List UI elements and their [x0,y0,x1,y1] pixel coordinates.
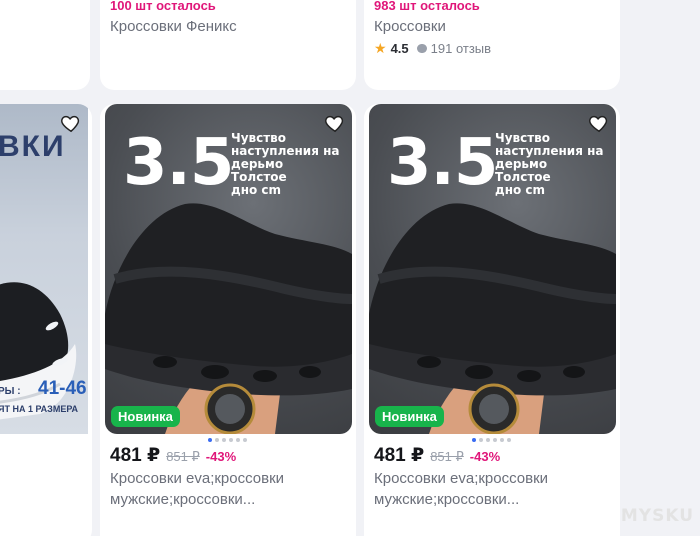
product-description[interactable]: Кроссовки eva;кроссовки мужские;кроссовк… [374,468,548,510]
pagination-dot[interactable] [500,438,504,442]
pagination-dot[interactable] [472,438,476,442]
pagination-dot[interactable] [243,438,247,442]
pagination-dot[interactable] [222,438,226,442]
sneaker-image [105,203,352,434]
product-card-top-middle[interactable]: 100 шт осталось Кроссовки Феникс [100,0,356,90]
reviews-icon [416,44,427,53]
size-prefix: РЫ : [0,386,21,397]
product-image[interactable]: 3.5 Чувство наступления на дерьмо Толсто… [369,104,616,434]
new-badge: Новинка [111,406,180,427]
current-price: 481 ₽ [374,445,425,466]
product-card-1[interactable]: 3.5 Чувство наступления на дерьмо Толсто… [100,104,356,536]
product-name[interactable]: Кроссовки Феникс [110,18,237,35]
star-icon: ★ [374,40,387,56]
price-row: 481 ₽ 851 ₽ -43% [374,444,500,467]
product-image[interactable]: ВКИ РЫ : 41-46 ЯТ НА 1 РАЗМЕРА [0,104,88,434]
product-image[interactable]: 3.5 Чувство наступления на дерьмо Толсто… [105,104,352,434]
discount-label: -43% [469,449,501,464]
old-price: 851 ₽ [166,449,200,464]
favorite-heart-icon[interactable] [588,112,610,134]
pagination-dot[interactable] [229,438,233,442]
pagination-dot[interactable] [507,438,511,442]
favorite-heart-icon[interactable] [60,112,82,134]
watermark: MYSKU [620,506,694,526]
old-price: 851 ₽ [430,449,464,464]
rating-value: 4.5 [390,41,409,56]
new-badge: Новинка [375,406,444,427]
size-note: ЯТ НА 1 РАЗМЕРА [0,404,79,414]
image-pagination-dots[interactable] [208,438,247,442]
size-range: 41-46 [38,378,87,399]
favorite-heart-icon[interactable] [324,112,346,134]
rating-row: ★ 4.5 191 отзыв [374,40,491,57]
sneaker-image [369,203,616,434]
reviews-count: 191 отзыв [430,41,492,56]
product-card-left-partial[interactable]: ВКИ РЫ : 41-46 ЯТ НА 1 РАЗМЕРА [0,104,92,536]
product-description[interactable]: Кроссовки eva;кроссовки мужские;кроссовк… [110,468,284,510]
pagination-dot[interactable] [236,438,240,442]
product-card-top-right[interactable]: 983 шт осталось Кроссовки ★ 4.5 191 отзы… [364,0,620,90]
product-name[interactable]: Кроссовки [374,18,446,35]
current-price: 481 ₽ [110,445,161,466]
product-card-2[interactable]: 3.5 Чувство наступления на дерьмо Толсто… [364,104,620,536]
pagination-dot[interactable] [493,438,497,442]
pagination-dot[interactable] [215,438,219,442]
price-row: 481 ₽ 851 ₽ -43% [110,444,236,467]
pagination-dot[interactable] [486,438,490,442]
pagination-dot[interactable] [479,438,483,442]
product-card-top-left[interactable] [0,0,90,90]
discount-label: -43% [205,449,237,464]
stock-left-label: 983 шт осталось [374,0,480,13]
stock-left-label: 100 шт осталось [110,0,216,13]
image-pagination-dots[interactable] [472,438,511,442]
pagination-dot[interactable] [208,438,212,442]
